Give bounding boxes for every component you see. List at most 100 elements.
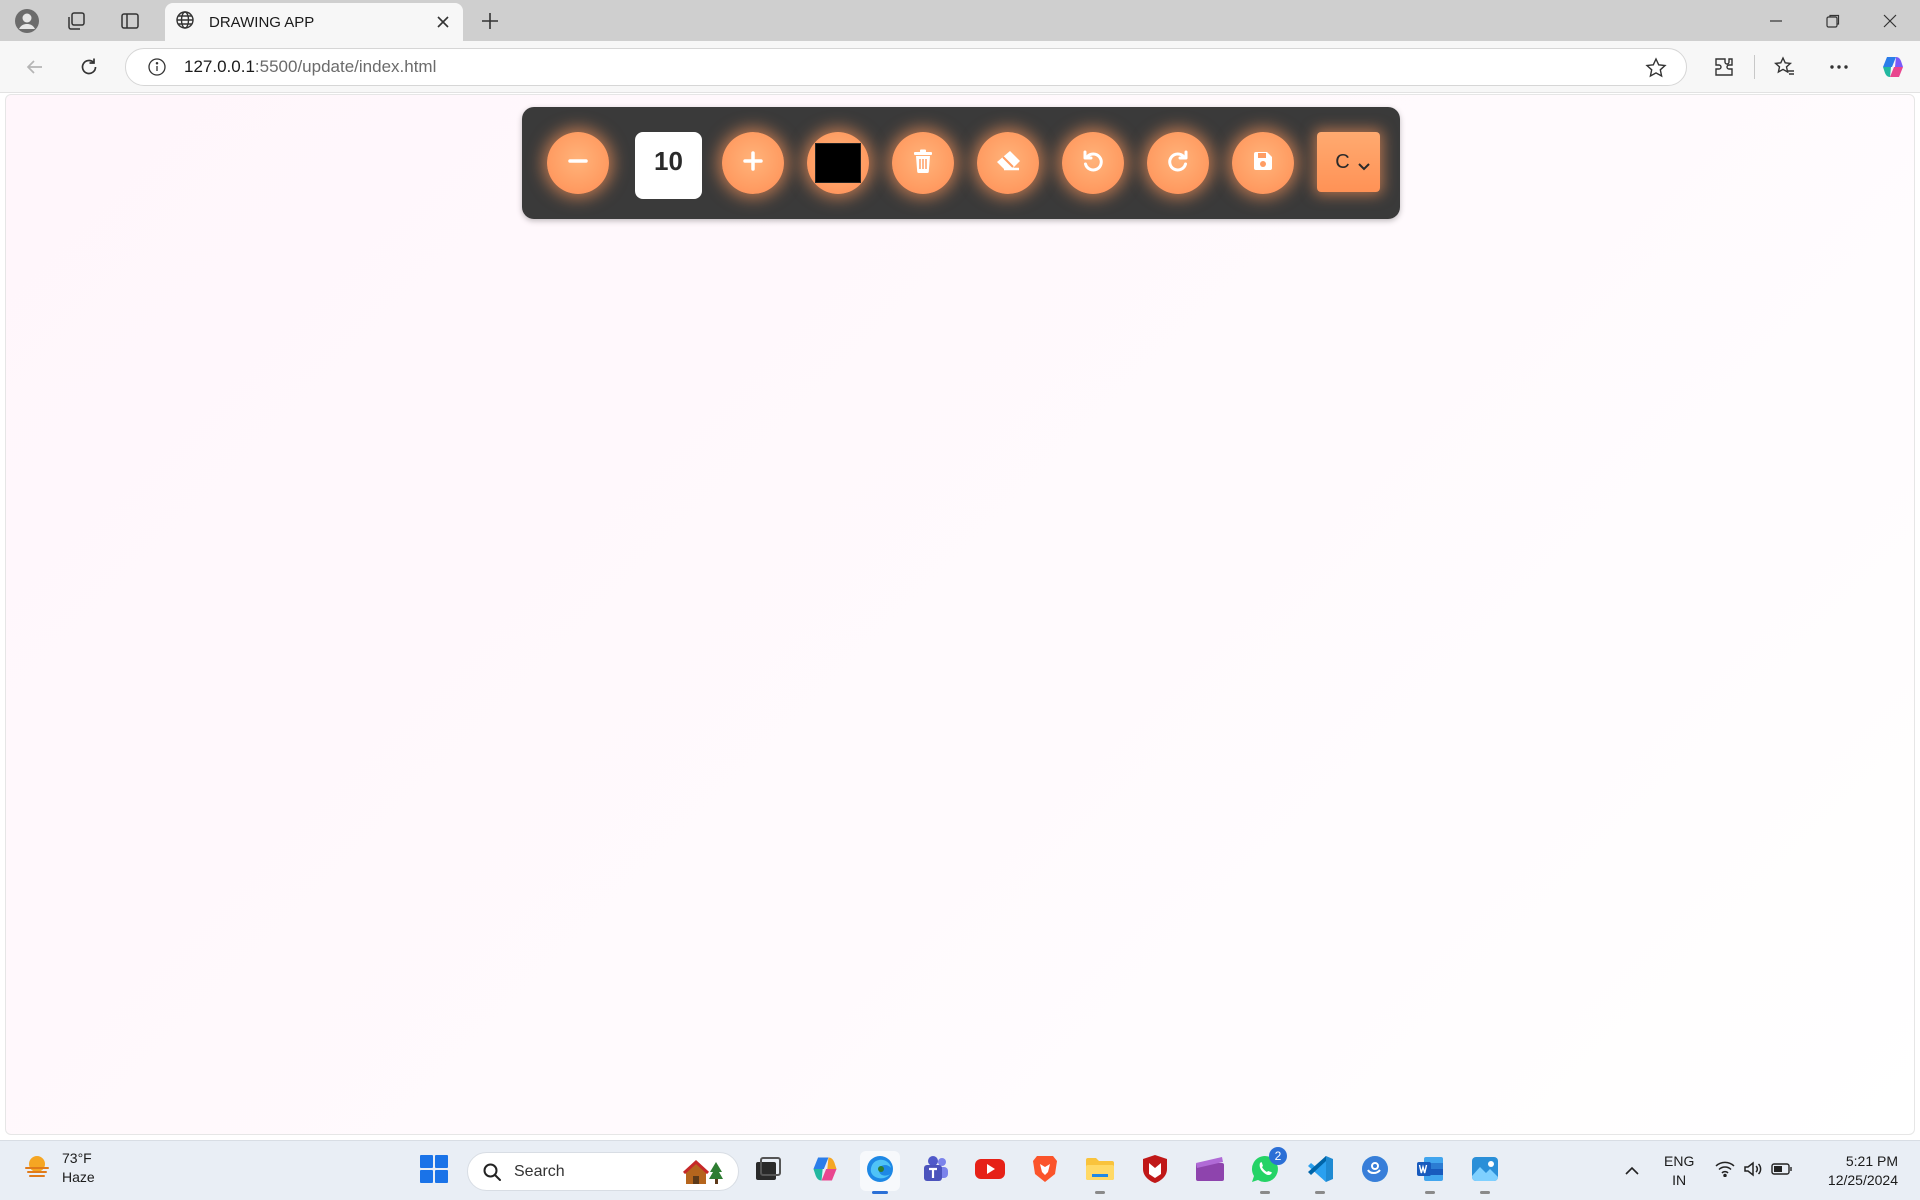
taskbar-edge[interactable] bbox=[860, 1151, 900, 1194]
favorites-icon[interactable] bbox=[1768, 50, 1802, 84]
drawing-canvas[interactable] bbox=[6, 95, 1914, 1134]
trash-icon bbox=[912, 149, 934, 178]
taskbar-search-box[interactable]: Search bbox=[467, 1152, 739, 1191]
taskbar-brave[interactable] bbox=[1025, 1151, 1065, 1191]
eraser-button[interactable] bbox=[977, 132, 1039, 194]
battery-icon bbox=[1771, 1162, 1793, 1181]
weather-description: Haze bbox=[62, 1169, 95, 1185]
eraser-icon bbox=[995, 150, 1021, 177]
page-viewport: 10 C bbox=[5, 94, 1915, 1135]
clock-time: 5:21 PM bbox=[1845, 1153, 1898, 1169]
weather-haze-icon bbox=[22, 1151, 52, 1186]
workspaces-icon[interactable] bbox=[61, 7, 91, 35]
youtube-icon bbox=[974, 1157, 1006, 1186]
language-indicator[interactable]: ENG IN bbox=[1664, 1152, 1694, 1190]
canva-icon bbox=[1360, 1154, 1390, 1189]
taskbar-vscode[interactable] bbox=[1300, 1151, 1340, 1194]
browser-tab-strip: DRAWING APP bbox=[0, 0, 1920, 41]
active-app-indicator bbox=[872, 1191, 888, 1194]
reload-icon[interactable] bbox=[72, 50, 106, 84]
system-tray-status[interactable] bbox=[1706, 1151, 1802, 1191]
address-bar[interactable]: 127.0.0.1:5500/update/index.html bbox=[125, 48, 1687, 86]
globe-icon bbox=[175, 10, 195, 35]
redo-icon bbox=[1166, 149, 1190, 178]
site-info-icon[interactable] bbox=[146, 56, 168, 78]
weather-widget[interactable]: 73°F Haze bbox=[22, 1149, 95, 1187]
taskbar-canva[interactable] bbox=[1355, 1151, 1395, 1191]
brush-size-display: 10 bbox=[635, 132, 702, 199]
taskbar-whatsapp[interactable]: 2 bbox=[1245, 1147, 1287, 1194]
extensions-icon[interactable] bbox=[1707, 50, 1741, 84]
minus-icon bbox=[567, 150, 589, 177]
color-swatch bbox=[815, 143, 861, 183]
tab-drawing-app[interactable]: DRAWING APP bbox=[165, 3, 463, 41]
running-app-indicator bbox=[1095, 1191, 1105, 1194]
clock-date: 12/25/2024 bbox=[1827, 1172, 1898, 1188]
clear-canvas-button[interactable] bbox=[892, 132, 954, 194]
running-app-indicator bbox=[1480, 1191, 1490, 1194]
holiday-house-icon bbox=[682, 1158, 726, 1191]
running-app-indicator bbox=[1425, 1191, 1435, 1194]
copilot-app-icon bbox=[810, 1154, 840, 1189]
color-picker[interactable] bbox=[807, 132, 869, 194]
running-app-indicator bbox=[1260, 1191, 1270, 1194]
task-view-icon bbox=[754, 1156, 782, 1187]
shape-select-dropdown[interactable]: C bbox=[1317, 132, 1380, 192]
mcafee-shield-icon bbox=[1141, 1154, 1169, 1189]
windows-taskbar: 73°F Haze Search 2 ENG IN 5:21 PM 12/25/… bbox=[0, 1140, 1920, 1200]
taskbar-clipchamp[interactable] bbox=[1190, 1151, 1230, 1191]
undo-icon bbox=[1081, 149, 1105, 178]
tab-close-icon[interactable] bbox=[433, 12, 453, 32]
minimize-icon[interactable] bbox=[1748, 0, 1804, 41]
shape-selected-value: C bbox=[1335, 150, 1350, 173]
browser-toolbar: 127.0.0.1:5500/update/index.html bbox=[0, 41, 1920, 93]
brave-lion-icon bbox=[1031, 1154, 1059, 1189]
taskbar-word[interactable] bbox=[1410, 1151, 1450, 1194]
taskbar-file-explorer[interactable] bbox=[1080, 1151, 1120, 1194]
save-button[interactable] bbox=[1232, 132, 1294, 194]
language-region: IN bbox=[1672, 1172, 1687, 1188]
word-icon bbox=[1415, 1154, 1445, 1189]
chevron-down-icon bbox=[1358, 154, 1370, 177]
taskbar-teams[interactable] bbox=[915, 1151, 955, 1191]
weather-temperature: 73°F bbox=[62, 1150, 92, 1166]
taskbar-photos[interactable] bbox=[1465, 1151, 1505, 1194]
back-icon[interactable] bbox=[18, 50, 52, 84]
windows-logo-icon bbox=[419, 1154, 449, 1189]
redo-button[interactable] bbox=[1147, 132, 1209, 194]
clipchamp-icon bbox=[1194, 1155, 1226, 1188]
whatsapp-notification-badge: 2 bbox=[1269, 1147, 1287, 1165]
more-options-icon[interactable] bbox=[1822, 50, 1856, 84]
edge-browser-icon bbox=[865, 1154, 895, 1189]
volume-icon bbox=[1743, 1160, 1763, 1182]
window-close-icon[interactable] bbox=[1862, 0, 1918, 41]
copilot-icon[interactable] bbox=[1876, 50, 1910, 84]
url-text: 127.0.0.1:5500/update/index.html bbox=[184, 57, 436, 77]
start-button[interactable] bbox=[414, 1151, 454, 1191]
show-hidden-icons-button[interactable] bbox=[1612, 1151, 1652, 1191]
undo-button[interactable] bbox=[1062, 132, 1124, 194]
running-app-indicator bbox=[1315, 1191, 1325, 1194]
url-host: 127.0.0.1 bbox=[184, 57, 255, 76]
system-clock[interactable]: 5:21 PM 12/25/2024 bbox=[1806, 1152, 1898, 1190]
plus-icon bbox=[742, 150, 764, 177]
decrease-size-button[interactable] bbox=[547, 132, 609, 194]
task-view-button[interactable] bbox=[748, 1151, 788, 1191]
increase-size-button[interactable] bbox=[722, 132, 784, 194]
save-icon bbox=[1252, 150, 1274, 177]
photos-icon bbox=[1470, 1154, 1500, 1189]
new-tab-icon[interactable] bbox=[475, 7, 505, 35]
tab-actions-icon[interactable] bbox=[115, 7, 145, 35]
taskbar-copilot[interactable] bbox=[805, 1151, 845, 1191]
language-code: ENG bbox=[1664, 1153, 1695, 1169]
search-label: Search bbox=[514, 1162, 565, 1180]
profile-icon[interactable] bbox=[12, 7, 42, 35]
taskbar-mcafee[interactable] bbox=[1135, 1151, 1175, 1191]
folder-icon bbox=[1084, 1155, 1116, 1188]
favorite-star-icon[interactable] bbox=[1644, 56, 1668, 80]
tab-title: DRAWING APP bbox=[209, 13, 315, 31]
restore-icon[interactable] bbox=[1805, 0, 1861, 41]
taskbar-youtube[interactable] bbox=[970, 1151, 1010, 1191]
chevron-up-icon bbox=[1625, 1162, 1639, 1180]
wifi-icon bbox=[1715, 1161, 1735, 1182]
